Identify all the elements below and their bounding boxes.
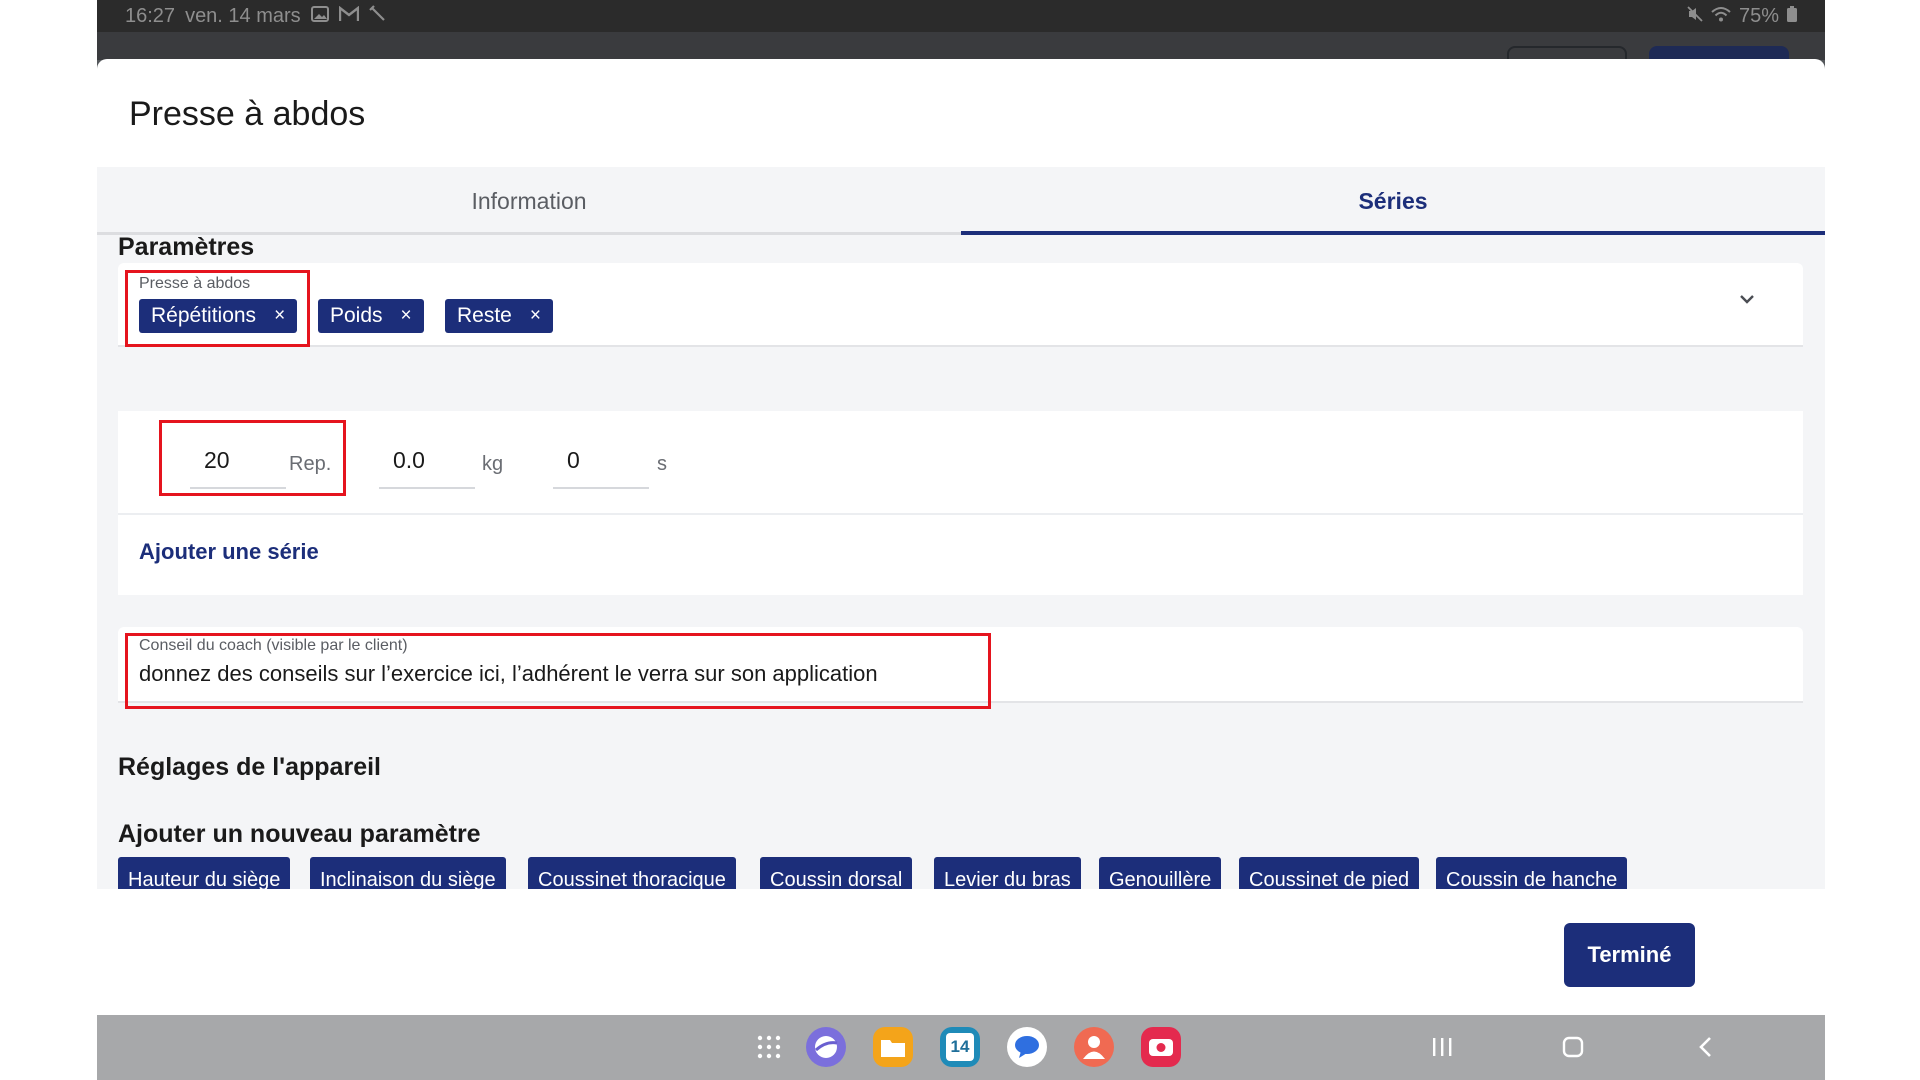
tablet-screen: 16:27 ven. 14 mars 75% Presse à abdos In… — [97, 0, 1825, 1080]
background-app-strip — [97, 32, 1825, 66]
setting-knee-pad[interactable]: Genouillère — [1099, 857, 1222, 889]
add-parameter-heading: Ajouter un nouveau paramètre — [118, 820, 481, 848]
files-icon[interactable] — [873, 1027, 913, 1067]
setting-foot-pad[interactable]: Coussinet de pied — [1239, 857, 1420, 889]
mute-icon — [1687, 6, 1703, 27]
home-icon[interactable] — [1553, 1027, 1593, 1067]
status-time: 16:27 — [125, 5, 176, 27]
setting-seat-tilt[interactable]: Inclinaison du siège — [310, 857, 506, 889]
parameters-select[interactable]: Presse à abdos Répétitions × Poids × Res… — [118, 263, 1803, 347]
chevron-down-icon[interactable] — [1739, 291, 1755, 307]
back-icon[interactable] — [1685, 1027, 1725, 1067]
series-card: 20 Rep. 0.0 kg 0 s Ajouter une série — [118, 411, 1803, 595]
navigation-bar: 14 — [97, 1015, 1825, 1080]
parameters-select-label: Presse à abdos — [139, 275, 251, 292]
apps-grid-icon[interactable] — [749, 1027, 789, 1067]
exercise-modal: Presse à abdos Information Séries Paramè… — [97, 59, 1825, 1015]
gmail-notification-icon — [338, 5, 359, 27]
messages-icon[interactable] — [1007, 1027, 1047, 1067]
setting-chest-pad[interactable]: Coussinet thoracique — [528, 857, 736, 889]
series-content: Paramètres Presse à abdos Répétitions × … — [97, 235, 1825, 889]
setting-hip-cushion[interactable]: Coussin de hanche — [1436, 857, 1628, 889]
parameters-heading: Paramètres — [118, 235, 255, 261]
done-button[interactable]: Terminé — [1564, 923, 1695, 987]
internet-browser-icon[interactable] — [806, 1027, 846, 1067]
remove-chip-icon[interactable]: × — [401, 305, 412, 327]
remove-chip-icon[interactable]: × — [274, 305, 285, 327]
contacts-icon[interactable] — [1074, 1027, 1114, 1067]
modal-title: Presse à abdos — [129, 95, 366, 133]
battery-level: 75% — [1738, 5, 1779, 27]
tab-bar: Information Séries — [97, 167, 1825, 236]
weight-unit: kg — [482, 453, 504, 475]
chip-rest: Reste × — [445, 299, 553, 333]
coach-advice-field[interactable]: Conseil du coach (visible par le client)… — [118, 627, 1803, 703]
series-row: 20 Rep. 0.0 kg 0 s — [118, 411, 1803, 515]
tools-notification-icon — [368, 5, 387, 28]
status-bar: 16:27 ven. 14 mars 75% — [97, 0, 1825, 32]
coach-advice-text[interactable]: donnez des conseils sur l’exercice ici, … — [139, 661, 878, 687]
chip-repetitions: Répétitions × — [139, 299, 298, 333]
setting-seat-height[interactable]: Hauteur du siège — [118, 857, 291, 889]
status-left: 16:27 ven. 14 mars — [125, 5, 387, 28]
chip-label: Poids — [330, 304, 383, 327]
calendar-icon[interactable]: 14 — [940, 1027, 980, 1067]
tab-series[interactable]: Séries — [961, 167, 1825, 235]
setting-arm-lever[interactable]: Levier du bras — [934, 857, 1081, 889]
tab-information[interactable]: Information — [97, 167, 961, 235]
calendar-day: 14 — [946, 1033, 974, 1061]
chip-label: Répétitions — [151, 304, 257, 327]
status-date: ven. 14 mars — [185, 5, 301, 27]
rest-input[interactable]: 0 — [553, 435, 649, 489]
add-series-button[interactable]: Ajouter une série — [139, 539, 319, 565]
battery-icon — [1787, 6, 1797, 27]
coach-advice-label: Conseil du coach (visible par le client) — [139, 637, 408, 654]
recent-apps-icon[interactable] — [1422, 1027, 1462, 1067]
rest-unit: s — [657, 453, 667, 475]
screenshot-stage: 16:27 ven. 14 mars 75% Presse à abdos In… — [0, 0, 1920, 1080]
remove-chip-icon[interactable]: × — [530, 305, 541, 327]
weight-input[interactable]: 0.0 — [379, 435, 475, 489]
chip-label: Reste — [457, 304, 512, 327]
chip-weight: Poids × — [318, 299, 424, 333]
screen-recorder-icon[interactable] — [1141, 1027, 1181, 1067]
reps-unit: Rep. — [289, 453, 332, 475]
wifi-icon — [1711, 6, 1731, 27]
device-settings-heading: Réglages de l'appareil — [118, 753, 381, 781]
status-right: 75% — [1687, 5, 1797, 28]
reps-input[interactable]: 20 — [190, 435, 286, 489]
gallery-notification-icon — [310, 6, 329, 27]
setting-back-cushion[interactable]: Coussin dorsal — [760, 857, 913, 889]
